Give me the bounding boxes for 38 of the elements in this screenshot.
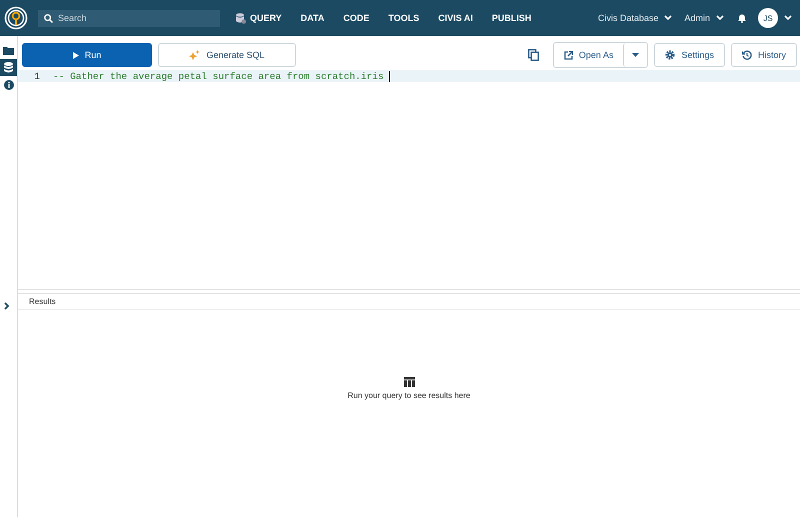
info-icon[interactable] [4, 80, 14, 90]
nav-link[interactable]: TOOLS [388, 13, 420, 23]
nav-link[interactable]: CIVIS AI [438, 13, 473, 23]
nav-link[interactable]: CODE [343, 13, 370, 23]
history-icon [742, 50, 752, 60]
caret-icon [632, 53, 640, 57]
search-field[interactable]: Search [38, 10, 220, 26]
line-number: 1 [33, 70, 41, 82]
nav-link[interactable]: QUERY [236, 12, 282, 24]
play-icon [72, 52, 79, 58]
bell-icon[interactable] [738, 14, 746, 22]
empty-state-message: Run your query to see results here [348, 391, 470, 400]
logo-icon[interactable] [4, 6, 28, 30]
chevron-down-icon[interactable] [716, 15, 724, 21]
copy-icon[interactable] [528, 49, 539, 61]
chevron-right-icon[interactable] [4, 302, 10, 310]
nav-link[interactable]: DATA [300, 13, 324, 23]
nav-link[interactable]: PUBLISH [492, 13, 532, 23]
code-line: -- Gather the average petal surface area from scratch.iris [53, 70, 384, 82]
folder-icon[interactable] [3, 46, 14, 55]
user-avatar[interactable]: JS [758, 8, 778, 28]
external-link-icon [564, 50, 573, 60]
database-icon[interactable] [4, 62, 13, 73]
settings-button[interactable]: Settings [654, 43, 725, 67]
results-title: Results [29, 297, 56, 306]
chevron-down-icon[interactable] [664, 15, 672, 21]
code-editor[interactable]: 1 -- Gather the average petal surface area from scratch.iris [18, 70, 800, 290]
table-icon [404, 377, 414, 387]
chevron-down-icon[interactable] [784, 15, 792, 21]
role-menu[interactable]: Admin [684, 13, 710, 23]
database-menu[interactable]: Civis Database [598, 13, 658, 23]
history-button[interactable]: History [730, 43, 797, 67]
sidebar-tab[interactable] [0, 59, 17, 76]
gear-icon [665, 50, 676, 60]
sparkle-icon [189, 50, 200, 60]
run-button[interactable]: Run [22, 43, 152, 67]
generate-sql-button[interactable]: Generate SQL [158, 43, 296, 67]
database-gear-icon [236, 12, 246, 24]
